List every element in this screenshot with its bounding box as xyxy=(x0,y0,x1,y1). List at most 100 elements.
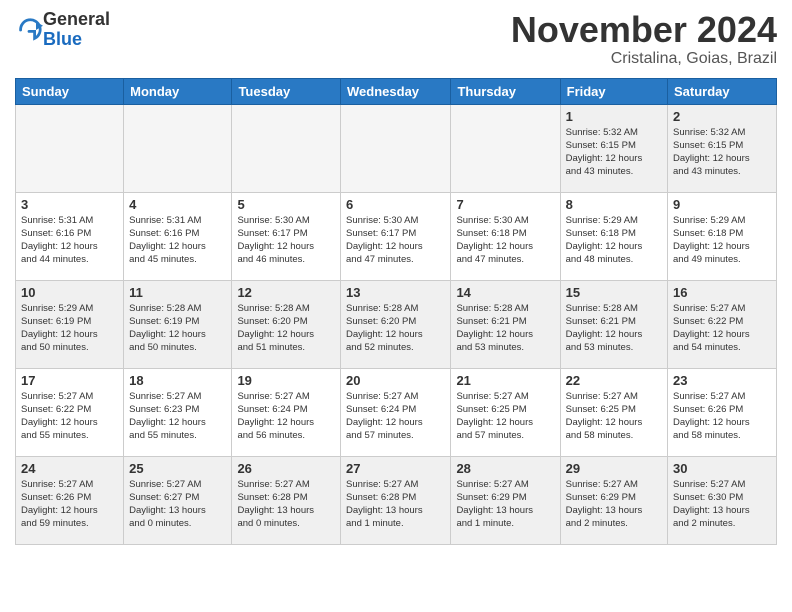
day-info: Sunrise: 5:27 AM Sunset: 6:28 PM Dayligh… xyxy=(237,478,335,531)
calendar-week-0: 1 Sunrise: 5:32 AM Sunset: 6:15 PM Daylig… xyxy=(16,104,777,192)
day-info: Sunrise: 5:32 AM Sunset: 6:15 PM Dayligh… xyxy=(566,126,662,179)
calendar-cell: 26 Sunrise: 5:27 AM Sunset: 6:28 PM Dayli… xyxy=(232,456,341,544)
day-number: 4 xyxy=(129,197,226,212)
day-number: 13 xyxy=(346,285,445,300)
calendar-week-2: 10 Sunrise: 5:29 AM Sunset: 6:19 PM Dayli… xyxy=(16,280,777,368)
day-number: 30 xyxy=(673,461,771,476)
day-number: 14 xyxy=(456,285,554,300)
logo-icon xyxy=(15,16,43,44)
calendar-cell: 20 Sunrise: 5:27 AM Sunset: 6:24 PM Dayli… xyxy=(341,368,451,456)
calendar-week-4: 24 Sunrise: 5:27 AM Sunset: 6:26 PM Dayli… xyxy=(16,456,777,544)
calendar-table: SundayMondayTuesdayWednesdayThursdayFrid… xyxy=(15,78,777,545)
calendar-cell: 5 Sunrise: 5:30 AM Sunset: 6:17 PM Daylig… xyxy=(232,192,341,280)
calendar-cell xyxy=(124,104,232,192)
calendar-cell: 7Sunrise: 5:30 AM Sunset: 6:18 PM Daylig… xyxy=(451,192,560,280)
day-info: Sunrise: 5:27 AM Sunset: 6:22 PM Dayligh… xyxy=(21,390,118,443)
calendar-cell: 17Sunrise: 5:27 AM Sunset: 6:22 PM Dayli… xyxy=(16,368,124,456)
logo-text: General Blue xyxy=(43,10,110,50)
day-info: Sunrise: 5:28 AM Sunset: 6:20 PM Dayligh… xyxy=(346,302,445,355)
calendar-cell: 28 Sunrise: 5:27 AM Sunset: 6:29 PM Dayli… xyxy=(451,456,560,544)
location: Cristalina, Goias, Brazil xyxy=(511,50,777,68)
day-number: 24 xyxy=(21,461,118,476)
day-number: 21 xyxy=(456,373,554,388)
day-info: Sunrise: 5:27 AM Sunset: 6:24 PM Dayligh… xyxy=(237,390,335,443)
logo: General Blue xyxy=(15,10,110,50)
calendar-header-wednesday: Wednesday xyxy=(341,78,451,104)
day-number: 26 xyxy=(237,461,335,476)
calendar-week-1: 3 Sunrise: 5:31 AM Sunset: 6:16 PM Daylig… xyxy=(16,192,777,280)
calendar-header-tuesday: Tuesday xyxy=(232,78,341,104)
calendar-cell: 18 Sunrise: 5:27 AM Sunset: 6:23 PM Dayli… xyxy=(124,368,232,456)
day-number: 3 xyxy=(21,197,118,212)
day-number: 25 xyxy=(129,461,226,476)
day-number: 20 xyxy=(346,373,445,388)
day-number: 22 xyxy=(566,373,662,388)
calendar-cell xyxy=(232,104,341,192)
calendar-cell: 25Sunrise: 5:27 AM Sunset: 6:27 PM Dayli… xyxy=(124,456,232,544)
calendar-cell: 14 Sunrise: 5:28 AM Sunset: 6:21 PM Dayli… xyxy=(451,280,560,368)
day-info: Sunrise: 5:27 AM Sunset: 6:29 PM Dayligh… xyxy=(566,478,662,531)
day-number: 1 xyxy=(566,109,662,124)
calendar-cell: 21 Sunrise: 5:27 AM Sunset: 6:25 PM Dayli… xyxy=(451,368,560,456)
day-number: 15 xyxy=(566,285,662,300)
day-info: Sunrise: 5:27 AM Sunset: 6:26 PM Dayligh… xyxy=(21,478,118,531)
calendar-header-monday: Monday xyxy=(124,78,232,104)
day-info: Sunrise: 5:27 AM Sunset: 6:23 PM Dayligh… xyxy=(129,390,226,443)
calendar-header-row: SundayMondayTuesdayWednesdayThursdayFrid… xyxy=(16,78,777,104)
day-info: Sunrise: 5:28 AM Sunset: 6:21 PM Dayligh… xyxy=(456,302,554,355)
day-info: Sunrise: 5:32 AM Sunset: 6:15 PM Dayligh… xyxy=(673,126,771,179)
calendar-cell: 13 Sunrise: 5:28 AM Sunset: 6:20 PM Dayli… xyxy=(341,280,451,368)
day-info: Sunrise: 5:31 AM Sunset: 6:16 PM Dayligh… xyxy=(21,214,118,267)
calendar-cell: 16 Sunrise: 5:27 AM Sunset: 6:22 PM Dayli… xyxy=(668,280,777,368)
calendar-cell: 6 Sunrise: 5:30 AM Sunset: 6:17 PM Daylig… xyxy=(341,192,451,280)
page: General Blue November 2024 Cristalina, G… xyxy=(0,0,792,612)
day-info: Sunrise: 5:27 AM Sunset: 6:25 PM Dayligh… xyxy=(456,390,554,443)
calendar-cell: 29Sunrise: 5:27 AM Sunset: 6:29 PM Dayli… xyxy=(560,456,667,544)
day-info: Sunrise: 5:30 AM Sunset: 6:17 PM Dayligh… xyxy=(346,214,445,267)
month-title: November 2024 xyxy=(511,10,777,50)
calendar-cell: 10 Sunrise: 5:29 AM Sunset: 6:19 PM Dayli… xyxy=(16,280,124,368)
day-info: Sunrise: 5:27 AM Sunset: 6:29 PM Dayligh… xyxy=(456,478,554,531)
day-info: Sunrise: 5:29 AM Sunset: 6:18 PM Dayligh… xyxy=(673,214,771,267)
day-info: Sunrise: 5:28 AM Sunset: 6:19 PM Dayligh… xyxy=(129,302,226,355)
calendar-cell: 12Sunrise: 5:28 AM Sunset: 6:20 PM Dayli… xyxy=(232,280,341,368)
day-number: 10 xyxy=(21,285,118,300)
day-number: 16 xyxy=(673,285,771,300)
day-number: 9 xyxy=(673,197,771,212)
calendar-cell: 22 Sunrise: 5:27 AM Sunset: 6:25 PM Dayli… xyxy=(560,368,667,456)
calendar-cell: 19 Sunrise: 5:27 AM Sunset: 6:24 PM Dayli… xyxy=(232,368,341,456)
calendar-cell: 23 Sunrise: 5:27 AM Sunset: 6:26 PM Dayli… xyxy=(668,368,777,456)
calendar-header-thursday: Thursday xyxy=(451,78,560,104)
day-info: Sunrise: 5:27 AM Sunset: 6:26 PM Dayligh… xyxy=(673,390,771,443)
day-number: 11 xyxy=(129,285,226,300)
day-number: 19 xyxy=(237,373,335,388)
calendar-cell: 3 Sunrise: 5:31 AM Sunset: 6:16 PM Daylig… xyxy=(16,192,124,280)
day-info: Sunrise: 5:30 AM Sunset: 6:18 PM Dayligh… xyxy=(456,214,554,267)
day-number: 23 xyxy=(673,373,771,388)
day-info: Sunrise: 5:27 AM Sunset: 6:25 PM Dayligh… xyxy=(566,390,662,443)
day-number: 2 xyxy=(673,109,771,124)
day-info: Sunrise: 5:27 AM Sunset: 6:30 PM Dayligh… xyxy=(673,478,771,531)
day-number: 8 xyxy=(566,197,662,212)
calendar-cell: 1 Sunrise: 5:32 AM Sunset: 6:15 PM Daylig… xyxy=(560,104,667,192)
calendar-cell: 9 Sunrise: 5:29 AM Sunset: 6:18 PM Daylig… xyxy=(668,192,777,280)
day-number: 27 xyxy=(346,461,445,476)
day-number: 28 xyxy=(456,461,554,476)
day-number: 5 xyxy=(237,197,335,212)
calendar-header-sunday: Sunday xyxy=(16,78,124,104)
day-info: Sunrise: 5:28 AM Sunset: 6:21 PM Dayligh… xyxy=(566,302,662,355)
day-info: Sunrise: 5:27 AM Sunset: 6:28 PM Dayligh… xyxy=(346,478,445,531)
day-info: Sunrise: 5:27 AM Sunset: 6:24 PM Dayligh… xyxy=(346,390,445,443)
calendar-cell: 27 Sunrise: 5:27 AM Sunset: 6:28 PM Dayli… xyxy=(341,456,451,544)
day-number: 6 xyxy=(346,197,445,212)
calendar-header-friday: Friday xyxy=(560,78,667,104)
day-info: Sunrise: 5:27 AM Sunset: 6:22 PM Dayligh… xyxy=(673,302,771,355)
calendar-cell: 24 Sunrise: 5:27 AM Sunset: 6:26 PM Dayli… xyxy=(16,456,124,544)
calendar-week-3: 17Sunrise: 5:27 AM Sunset: 6:22 PM Dayli… xyxy=(16,368,777,456)
calendar-header-saturday: Saturday xyxy=(668,78,777,104)
day-info: Sunrise: 5:29 AM Sunset: 6:19 PM Dayligh… xyxy=(21,302,118,355)
day-info: Sunrise: 5:30 AM Sunset: 6:17 PM Dayligh… xyxy=(237,214,335,267)
title-area: November 2024 Cristalina, Goias, Brazil xyxy=(511,10,777,68)
day-number: 18 xyxy=(129,373,226,388)
day-number: 12 xyxy=(237,285,335,300)
